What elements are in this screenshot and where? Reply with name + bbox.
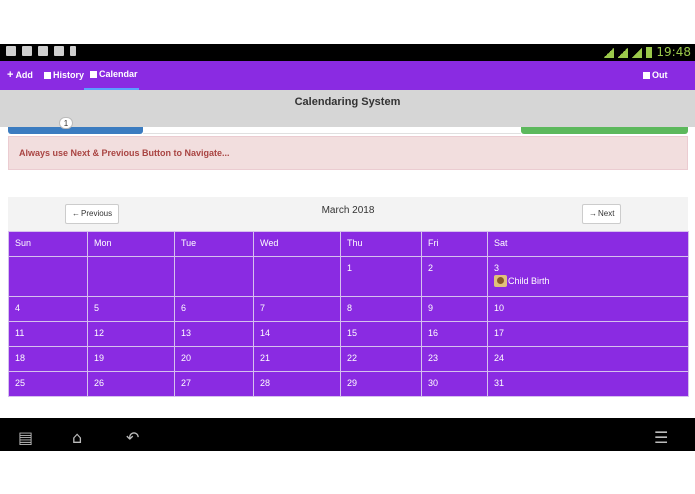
day-cell-with-event[interactable]: 3 Child Birth: [487, 256, 689, 297]
event-label: Child Birth: [508, 276, 550, 286]
week-row: 1 2 3 Child Birth: [8, 256, 689, 297]
week-row: 18 19 20 21 22 23 24: [8, 346, 689, 372]
progress-bar-completed: [8, 127, 143, 134]
plus-icon: +: [7, 69, 14, 81]
page-title: Calendaring System: [294, 96, 401, 108]
weekday-sat: Sat: [487, 231, 689, 257]
day-cell[interactable]: 23: [421, 346, 488, 372]
day-cell[interactable]: 28: [253, 371, 341, 397]
image-icon: [6, 46, 16, 56]
mute-icon: [604, 46, 615, 58]
day-cell[interactable]: 19: [87, 346, 175, 372]
logout-icon: [643, 72, 650, 79]
day-cell[interactable]: 17: [487, 321, 689, 347]
status-bar: 19:48: [0, 44, 695, 61]
day-cell[interactable]: [174, 256, 254, 297]
battery-icon: [646, 46, 653, 58]
week-row: 4 5 6 7 8 9 10: [8, 296, 689, 322]
progress-bar-remaining: [143, 127, 521, 134]
day-cell[interactable]: 21: [253, 346, 341, 372]
day-cell[interactable]: 26: [87, 371, 175, 397]
day-cell[interactable]: 22: [340, 346, 422, 372]
day-cell[interactable]: 9: [421, 296, 488, 322]
day-cell[interactable]: 25: [8, 371, 88, 397]
day-cell[interactable]: 5: [87, 296, 175, 322]
day-cell[interactable]: [87, 256, 175, 297]
day-cell[interactable]: 8: [340, 296, 422, 322]
day-cell[interactable]: 14: [253, 321, 341, 347]
event-item[interactable]: Child Birth: [494, 275, 682, 287]
day-cell[interactable]: 13: [174, 321, 254, 347]
weekday-wed: Wed: [253, 231, 341, 257]
lock-icon: [70, 46, 76, 56]
step-badge: 1: [59, 117, 73, 129]
mail-icon: [38, 46, 48, 56]
nav-add[interactable]: + Add: [7, 61, 33, 90]
page-header: Calendaring System: [0, 90, 695, 127]
next-label: Next: [598, 209, 615, 218]
day-cell[interactable]: 12: [87, 321, 175, 347]
day-cell[interactable]: 18: [8, 346, 88, 372]
day-cell[interactable]: 11: [8, 321, 88, 347]
nav-calendar[interactable]: Calendar: [84, 61, 139, 90]
weekday-tue: Tue: [174, 231, 254, 257]
day-cell[interactable]: 16: [421, 321, 488, 347]
chat-icon: [22, 46, 32, 56]
day-cell[interactable]: 20: [174, 346, 254, 372]
calendar-header: ← Previous March 2018 → Next: [8, 197, 688, 231]
top-blank-area: [0, 0, 695, 44]
progress-bar-end: [521, 127, 688, 134]
warning-icon: [54, 46, 64, 56]
calendar: ← Previous March 2018 → Next Sun Mon Tue…: [8, 197, 689, 397]
arrow-right-icon: →: [589, 209, 597, 218]
day-cell[interactable]: 10: [487, 296, 689, 322]
system-nav-bar: ▤ ⌂ ↶ ☰: [0, 418, 695, 451]
day-cell[interactable]: [8, 256, 88, 297]
home-icon[interactable]: ⌂: [72, 428, 82, 447]
day-cell[interactable]: 27: [174, 371, 254, 397]
nav-logout[interactable]: Out: [643, 61, 668, 90]
day-cell[interactable]: 29: [340, 371, 422, 397]
bottom-blank-area: [0, 451, 695, 494]
nav-history-label: History: [53, 70, 85, 80]
week-row: 11 12 13 14 15 16 17: [8, 321, 689, 347]
back-icon[interactable]: ↶: [126, 428, 139, 447]
day-cell[interactable]: 6: [174, 296, 254, 322]
day-cell[interactable]: 31: [487, 371, 689, 397]
signal-icon: [618, 46, 629, 58]
day-cell[interactable]: 4: [8, 296, 88, 322]
system-icons: 19:48: [604, 45, 691, 59]
day-number: 3: [494, 263, 500, 273]
nav-history[interactable]: History: [44, 61, 84, 90]
day-cell[interactable]: [253, 256, 341, 297]
weekday-sun: Sun: [8, 231, 88, 257]
nav-add-label: Add: [15, 70, 33, 80]
day-cell[interactable]: 30: [421, 371, 488, 397]
top-navbar: + Add History Calendar Out: [0, 61, 695, 90]
day-cell[interactable]: 7: [253, 296, 341, 322]
menu-icon[interactable]: ☰: [654, 428, 668, 447]
calendar-grid: Sun Mon Tue Wed Thu Fri Sat 1 2 3 Child …: [8, 231, 689, 397]
day-cell[interactable]: 1: [340, 256, 422, 297]
week-row: 25 26 27 28 29 30 31: [8, 371, 689, 397]
calendar-icon: [90, 71, 97, 78]
notification-icons: [6, 46, 76, 56]
day-cell[interactable]: 2: [421, 256, 488, 297]
next-button[interactable]: → Next: [582, 204, 622, 224]
baby-icon: [494, 275, 507, 287]
alert-text: Always use Next & Previous Button to Nav…: [19, 148, 230, 158]
weekday-thu: Thu: [340, 231, 422, 257]
history-icon: [44, 72, 51, 79]
day-cell[interactable]: 15: [340, 321, 422, 347]
weekday-header-row: Sun Mon Tue Wed Thu Fri Sat: [8, 231, 689, 257]
weekday-mon: Mon: [87, 231, 175, 257]
wifi-icon: [632, 46, 643, 58]
recent-apps-icon[interactable]: ▤: [18, 428, 33, 447]
nav-calendar-label: Calendar: [99, 69, 138, 79]
nav-logout-label: Out: [652, 70, 668, 80]
clock: 19:48: [656, 45, 691, 59]
info-alert: Always use Next & Previous Button to Nav…: [8, 136, 688, 170]
day-cell[interactable]: 24: [487, 346, 689, 372]
weekday-fri: Fri: [421, 231, 488, 257]
